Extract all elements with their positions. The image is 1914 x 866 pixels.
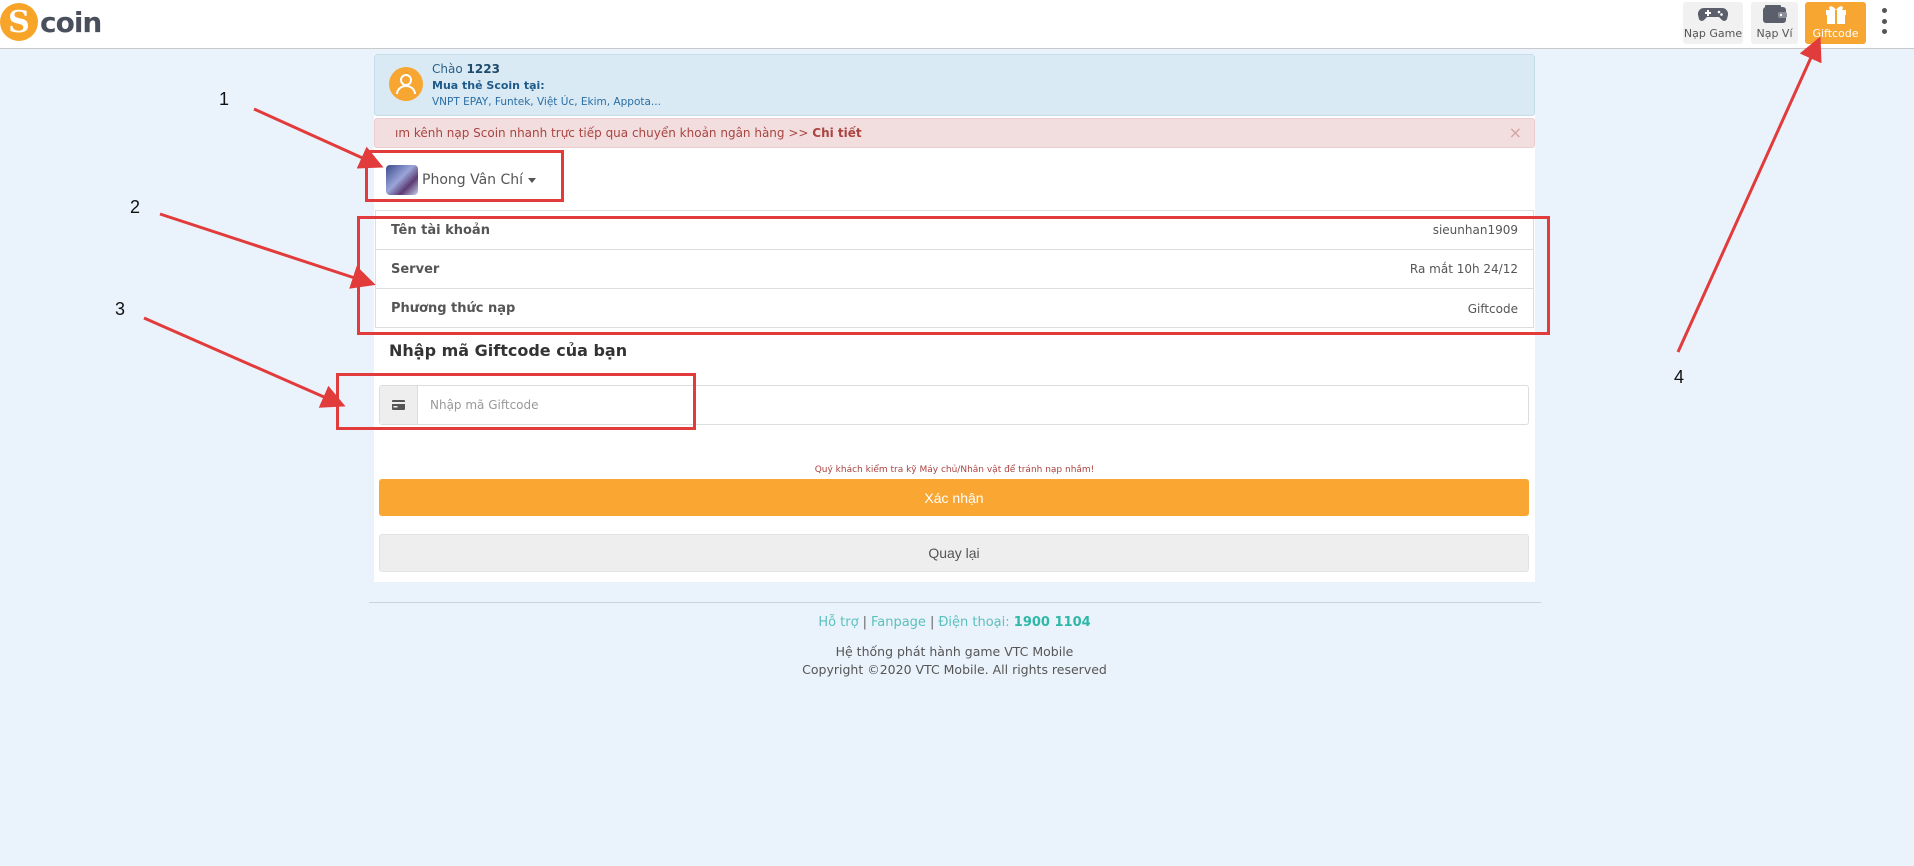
nav-giftcode-label: Giftcode [1812,27,1859,40]
greeting-prefix: Chào [432,62,463,76]
gift-icon [1824,2,1848,25]
footer-links: Hỗ trợ | Fanpage | Điện thoại: 1900 1104 [818,615,1091,630]
support-link[interactable]: Hỗ trợ [818,615,858,630]
buy-card-label: Mua thẻ Scoin tại: [432,79,545,92]
nav-giftcode-button[interactable]: Giftcode [1805,2,1866,44]
close-icon[interactable]: × [1509,123,1522,142]
confirm-button[interactable]: Xác nhận [379,479,1529,516]
footer-copyright: Copyright ©2020 VTC Mobile. All rights r… [802,662,1107,677]
nav-nap-vi-button[interactable]: Nạp Ví [1751,2,1798,44]
coin-logo-icon: S [0,3,38,41]
footer-system-text: Hệ thống phát hành game VTC Mobile [835,644,1074,659]
kebab-menu-icon[interactable] [1878,6,1890,36]
annotation-box-2 [357,216,1550,335]
greeting-box: Chào 1223 Mua thẻ Scoin tại: VNPT EPAY, … [374,54,1535,116]
annotation-number-4: 4 [1674,367,1685,387]
nav-nap-game-button[interactable]: Nạp Game [1683,2,1743,44]
user-avatar-icon [389,67,423,101]
nav-nap-game-label: Nạp Game [1683,27,1743,40]
bank-transfer-alert: ım kênh nạp Scoin nhanh trực tiếp qua ch… [374,118,1535,148]
gamepad-icon [1698,2,1728,25]
phone-label: Điện thoại: [938,615,1010,630]
back-button[interactable]: Quay lại [379,534,1529,572]
nav-nap-vi-label: Nạp Ví [1756,27,1793,40]
username: 1223 [466,62,500,76]
annotation-arrow-2 [159,212,376,289]
annotation-box-1 [365,150,564,202]
giftcode-section-title: Nhập mã Giftcode của bạn [389,341,628,360]
annotation-number-3: 3 [115,299,126,319]
annotation-arrow-4 [1676,36,1822,353]
alert-message: ım kênh nạp Scoin nhanh trực tiếp qua ch… [395,126,809,140]
phone-number[interactable]: 1900 1104 [1014,615,1091,630]
annotation-number-1: 1 [219,89,230,109]
footer-divider [369,602,1541,603]
logo-text: coin [40,5,102,39]
annotation-arrow-1 [253,107,384,169]
warning-note: Quý khách kiểm tra kỹ Máy chủ/Nhân vật đ… [814,465,1095,475]
scoin-logo[interactable]: S coin [0,3,102,41]
providers-list: VNPT EPAY, Funtek, Việt Úc, Ekim, Appota… [432,96,661,108]
wallet-icon [1762,2,1788,25]
top-navbar: S coin Nạp Game Nạp Ví Giftcode [0,0,1914,49]
alert-text: ım kênh nạp Scoin nhanh trực tiếp qua ch… [395,126,862,140]
greeting-text: Chào 1223 [432,62,500,76]
annotation-box-3 [336,373,696,430]
alert-details-link[interactable]: Chi tiết [812,126,861,140]
fanpage-link[interactable]: Fanpage [871,615,926,630]
annotation-number-2: 2 [130,197,141,217]
annotation-arrow-3 [143,316,346,408]
